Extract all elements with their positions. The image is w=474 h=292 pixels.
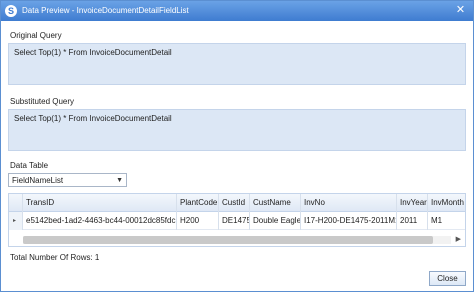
cell-invmonth[interactable]: M1 (428, 212, 465, 230)
cell-invno[interactable]: I17-H200-DE1475-2011M1 (301, 212, 397, 230)
column-header-invmonth[interactable]: InvMonth (428, 194, 465, 212)
cell-plantcode[interactable]: H200 (177, 212, 219, 230)
row-count-label: Total Number Of Rows: 1 (10, 253, 100, 262)
data-table-label: Data Table (10, 161, 49, 170)
cell-custid[interactable]: DE1475 (219, 212, 250, 230)
column-header-plantcode[interactable]: PlantCode (177, 194, 219, 212)
column-header-custid[interactable]: CustId (219, 194, 250, 212)
horizontal-scrollbar[interactable]: ▶ (9, 234, 465, 246)
substituted-query-text: Select Top(1) * From InvoiceDocumentDeta… (14, 114, 172, 123)
title-bar: S Data Preview - InvoiceDocumentDetailFi… (1, 1, 473, 21)
original-query-field[interactable]: Select Top(1) * From InvoiceDocumentDeta… (8, 43, 466, 85)
data-table-select-value: FieldNameList (12, 176, 64, 185)
close-button[interactable]: Close (429, 271, 466, 286)
data-grid: TransID PlantCode CustId CustName InvNo … (8, 193, 466, 247)
column-header-invno[interactable]: InvNo (301, 194, 397, 212)
row-pointer-icon: ▸ (9, 212, 23, 230)
app-logo-icon: S (5, 5, 17, 17)
scrollbar-thumb[interactable] (23, 236, 433, 244)
column-header-invyear[interactable]: InvYear (397, 194, 428, 212)
grid-header: TransID PlantCode CustId CustName InvNo … (9, 194, 465, 212)
cell-invyear[interactable]: 2011 (397, 212, 428, 230)
original-query-label: Original Query (10, 31, 62, 40)
substituted-query-field[interactable]: Select Top(1) * From InvoiceDocumentDeta… (8, 109, 466, 151)
data-preview-window: S Data Preview - InvoiceDocumentDetailFi… (0, 0, 474, 292)
column-header-custname[interactable]: CustName (250, 194, 301, 212)
substituted-query-label: Substituted Query (10, 97, 75, 106)
column-header-transid[interactable]: TransID (23, 194, 177, 212)
grid-corner (9, 194, 23, 212)
original-query-text: Select Top(1) * From InvoiceDocumentDeta… (14, 48, 172, 57)
cell-transid[interactable]: e5142bed-1ad2-4463-bc44-00012dc85fdc (23, 212, 177, 230)
window-title: Data Preview - InvoiceDocumentDetailFiel… (22, 6, 189, 15)
data-table-select[interactable]: FieldNameList ▼ (8, 173, 127, 187)
cell-custname[interactable]: Double Eagle (250, 212, 301, 230)
table-row[interactable]: ▸ e5142bed-1ad2-4463-bc44-00012dc85fdc H… (9, 212, 465, 230)
chevron-down-icon[interactable]: ▼ (116, 175, 123, 186)
close-icon[interactable]: ✕ (454, 4, 467, 17)
scroll-right-icon[interactable]: ▶ (456, 235, 461, 245)
